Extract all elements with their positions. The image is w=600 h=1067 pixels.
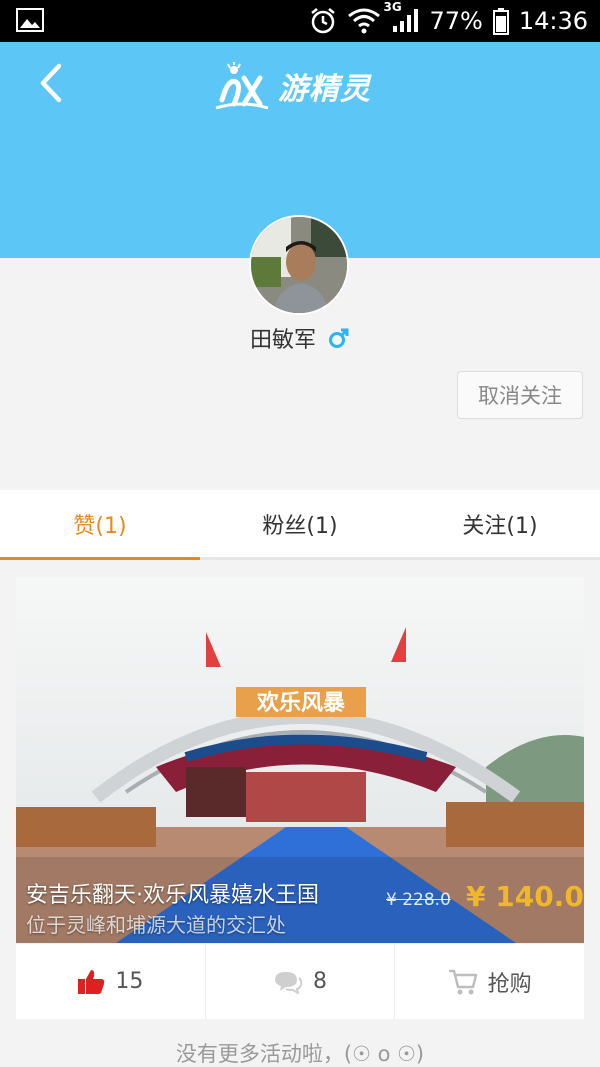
thumbs-up-icon [78, 969, 105, 994]
no-more-activities-note: 没有更多活动啦，(☉ o ☉) [175, 1042, 425, 1066]
buy-button[interactable]: 抢购 [395, 944, 584, 1019]
tab-fans[interactable]: 粉丝(1) [200, 490, 400, 557]
like-button[interactable]: 15 [16, 944, 206, 1019]
back-button[interactable] [26, 58, 76, 108]
logo-mark-icon [215, 62, 269, 110]
card-actions: 15 8 抢购 [16, 943, 584, 1019]
tab-likes[interactable]: 赞(1) [0, 490, 200, 560]
activity-image[interactable]: 欢乐风暴 安吉乐翻天·欢乐风暴嬉水王国 位于灵峰和埔源大道的交汇处 ¥ 228.… [16, 577, 584, 943]
buy-label: 抢购 [487, 971, 532, 997]
battery-icon [492, 7, 509, 35]
clock: 14:36 [518, 7, 588, 35]
comment-button[interactable]: 8 [206, 944, 396, 1019]
username: 田敏军 [249, 328, 316, 353]
activity-address: 位于灵峰和埔源大道的交汇处 [26, 913, 286, 937]
male-icon [329, 328, 349, 348]
comment-icon [275, 971, 303, 994]
logo-text: 游精灵 [278, 72, 371, 107]
avatar[interactable] [249, 215, 349, 315]
banner-text: 欢乐风暴 [256, 690, 346, 716]
status-bar: 3G 77% 14:36 [0, 0, 600, 42]
like-count: 15 [115, 969, 144, 994]
original-price: ¥ 228.0 [386, 890, 451, 910]
activity-card[interactable]: 欢乐风暴 安吉乐翻天·欢乐风暴嬉水王国 位于灵峰和埔源大道的交汇处 ¥ 228.… [16, 577, 584, 1019]
gallery-icon [16, 8, 44, 36]
profile-name-row: 田敏军 [0, 322, 600, 354]
wifi-icon [347, 8, 381, 34]
unfollow-button[interactable]: 取消关注 [457, 371, 583, 419]
comment-count: 8 [313, 969, 327, 994]
cart-icon [448, 969, 477, 994]
alarm-icon [309, 7, 337, 35]
tab-bar: 赞(1) 粉丝(1) 关注(1) [0, 490, 600, 560]
app-logo: 游精灵 [214, 60, 371, 112]
chevron-left-icon [40, 63, 62, 103]
activity-title: 安吉乐翻天·欢乐风暴嬉水王国 [26, 883, 319, 908]
sale-price: ¥ 140.0 [466, 880, 584, 913]
tab-following[interactable]: 关注(1) [400, 490, 600, 557]
network-type: 3G [383, 0, 402, 14]
battery-percent: 77% [429, 7, 483, 35]
signal-icon: 3G [383, 0, 419, 34]
